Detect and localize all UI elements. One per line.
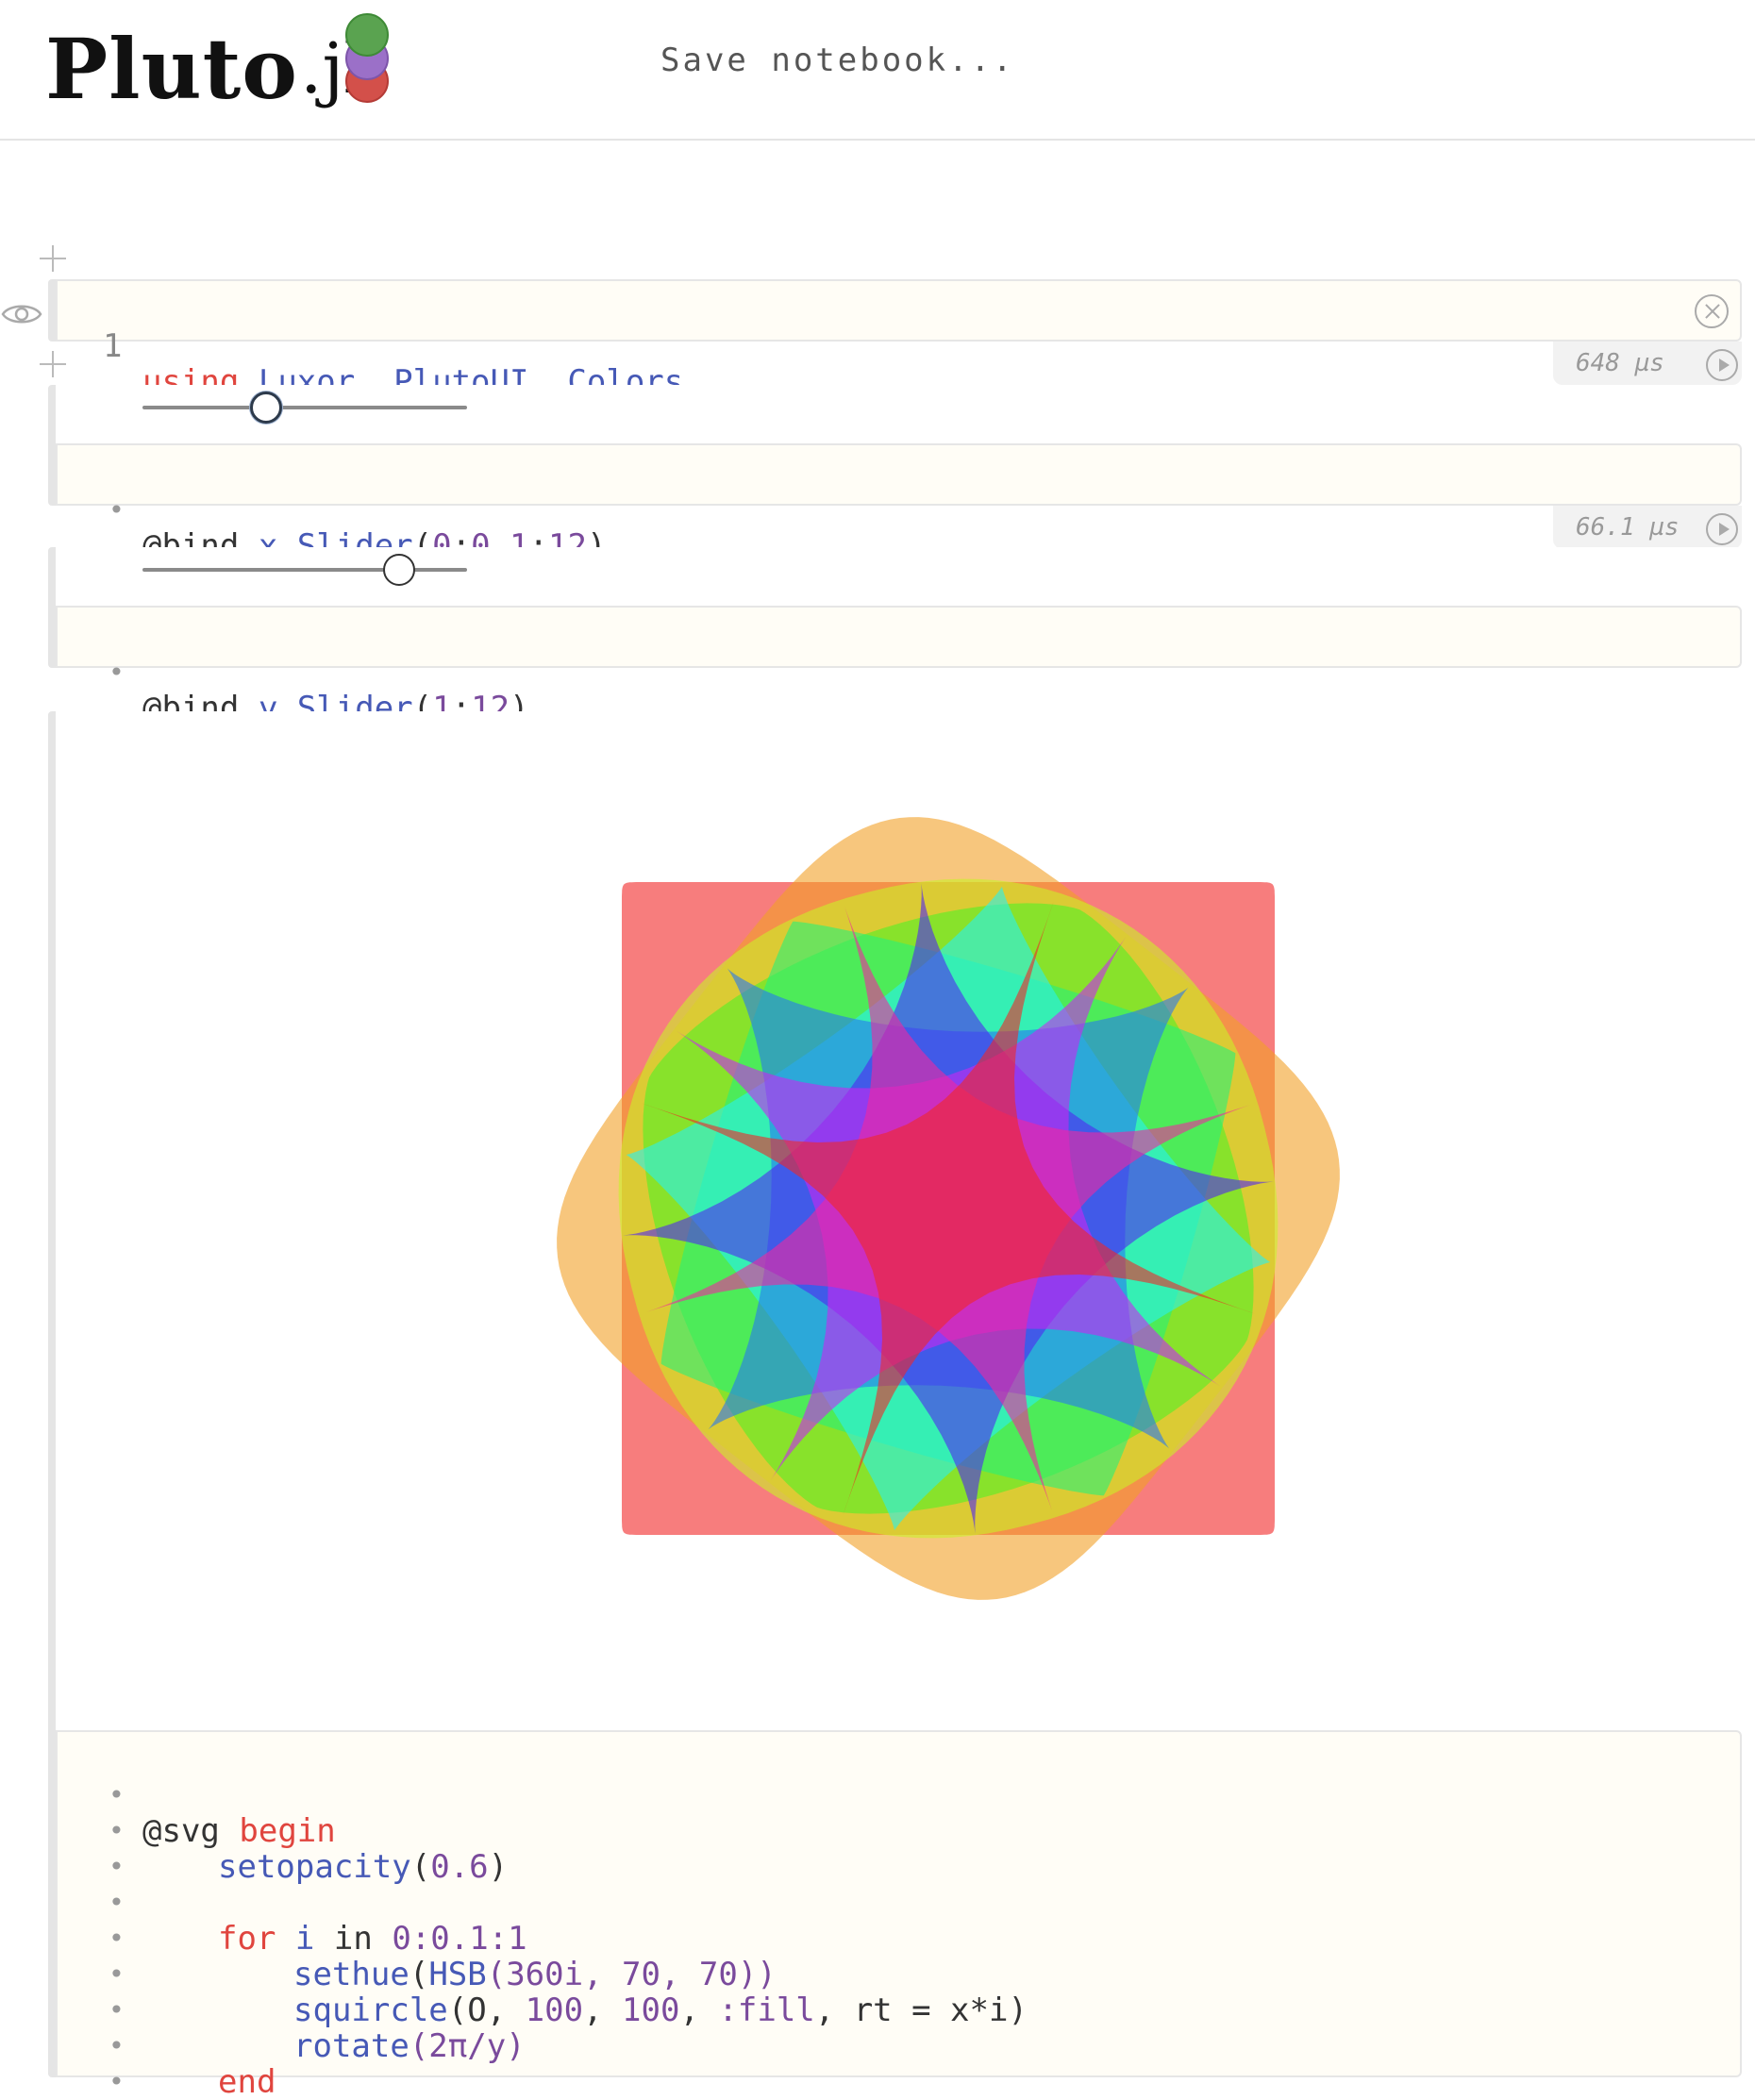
logo-text: Pluto [45, 20, 298, 118]
code-line: • end 500 300 [109, 2066, 125, 2097]
slider-thumb[interactable] [249, 392, 282, 424]
line-number: 1 [103, 327, 123, 365]
code-line: • [109, 1851, 125, 1882]
cell-bar [48, 385, 56, 506]
code-line: • @svg begin [109, 1779, 336, 1850]
code-line: • @bind y Slider(1:12) [109, 657, 529, 727]
julia-dots-icon [345, 13, 389, 103]
close-icon[interactable] [1695, 294, 1729, 328]
notebook-header: Pluto .jl Save notebook... [0, 0, 1755, 141]
eye-icon[interactable] [0, 292, 43, 336]
cell-output-drawing [56, 711, 1742, 1730]
save-notebook-button[interactable]: Save notebook... [660, 42, 1015, 79]
cell-output [56, 385, 1742, 443]
cell-timing: 648 µs [1553, 342, 1742, 385]
pluto-logo[interactable]: Pluto .jl [45, 17, 366, 121]
cell-bar [48, 711, 56, 2077]
run-time: 648 µs [1576, 349, 1664, 377]
code-line: • squircle(O, 100, 100, :fill, rt = x*i) [109, 1958, 1028, 2029]
code-cell-bind-x[interactable]: • @bind x Slider(0:0.1:12) [56, 443, 1742, 565]
code-line: 1 using Luxor, PlutoUI, Colors [103, 327, 684, 401]
slider-track [142, 406, 467, 409]
add-cell-button[interactable] [38, 243, 68, 274]
slider-y[interactable] [142, 551, 467, 589]
code-line: • @bind x Slider(0:0.1:12) [109, 494, 607, 565]
slider-x[interactable] [142, 389, 467, 426]
cell-bar [48, 279, 56, 342]
cell-bar [48, 547, 56, 668]
run-icon[interactable] [1706, 513, 1738, 545]
luxor-drawing [557, 817, 1340, 1600]
code-line: • for i in 0:0.1:1 [109, 1887, 527, 1958]
code-cell-using[interactable]: 1 using Luxor, PlutoUI, Colors [56, 279, 1742, 401]
code-line: • setopacity(0.6) [109, 1815, 509, 1886]
code-cell-bind-y[interactable]: • @bind y Slider(1:12) [56, 606, 1742, 727]
run-time: 66.1 µs [1576, 513, 1680, 542]
slider-track [142, 568, 467, 572]
cell-output [56, 547, 1742, 606]
code-cell-svg[interactable]: • @svg begin • setopacity(0.6) • • for i… [56, 1730, 1742, 2100]
slider-thumb[interactable] [382, 554, 415, 586]
add-cell-button[interactable] [38, 349, 68, 379]
cell-timing: 66.1 µs [1553, 506, 1742, 549]
code-line: • rotate(2π/y) [109, 1994, 526, 2065]
macro-svg: @svg [142, 1812, 220, 1850]
code-line: • end [109, 2030, 276, 2100]
code-line: • sethue(HSB(360i, 70, 70)) [109, 1923, 777, 1993]
run-icon[interactable] [1706, 349, 1738, 381]
